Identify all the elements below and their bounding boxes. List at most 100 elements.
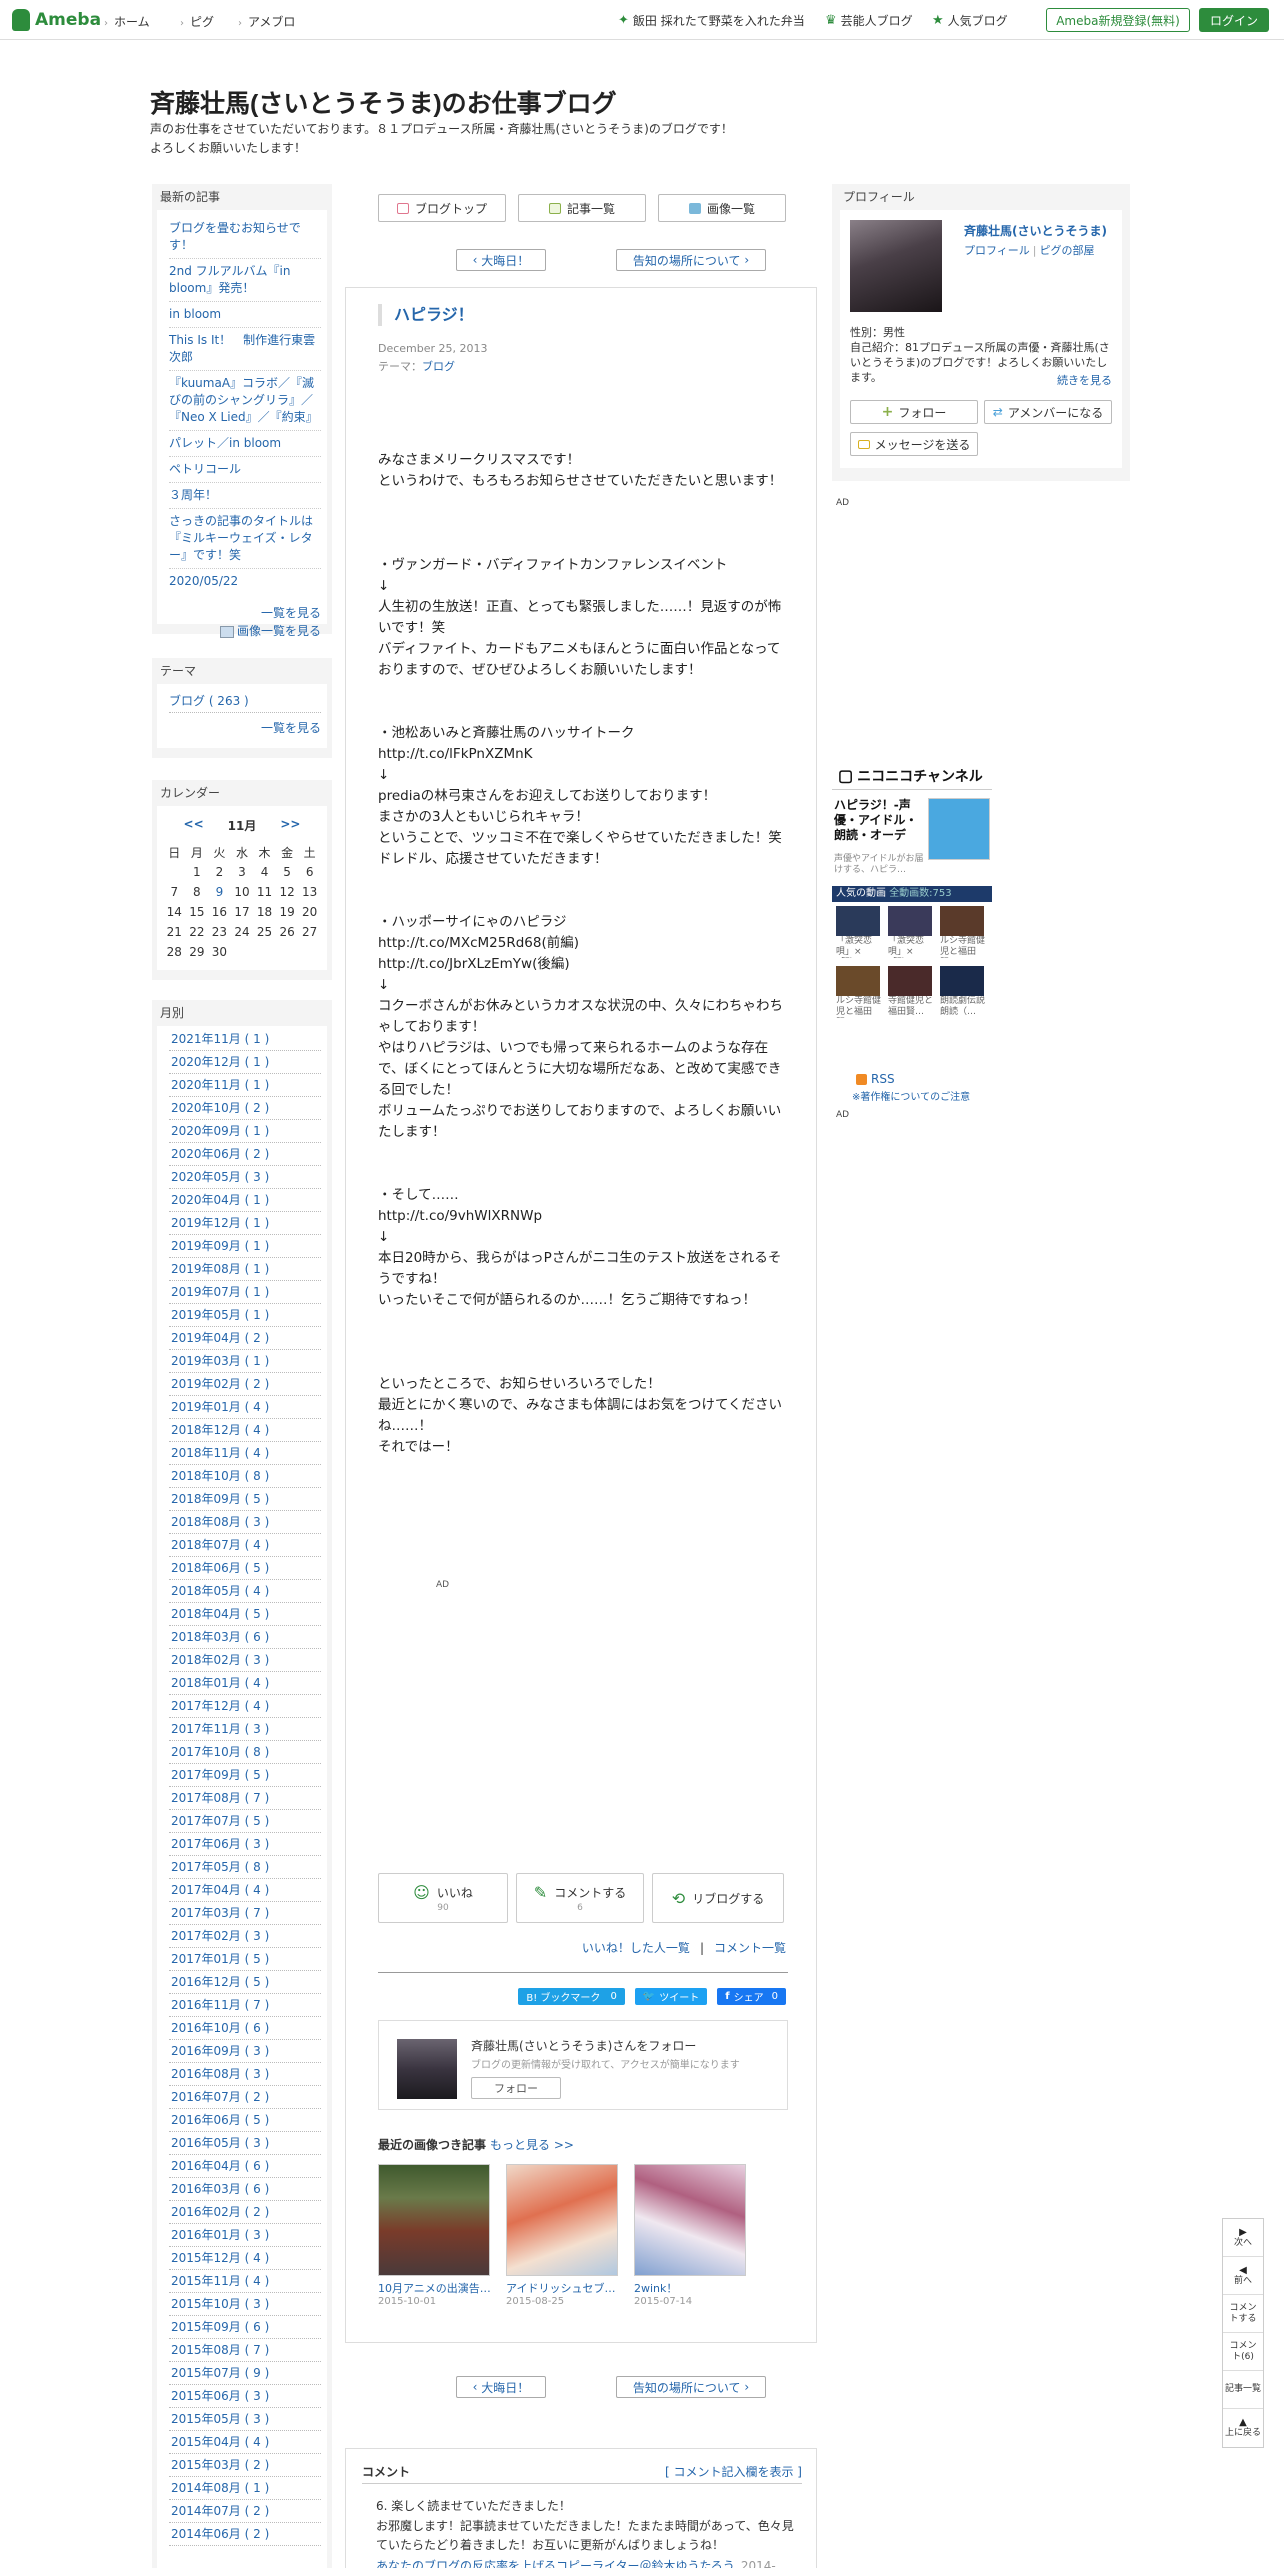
entry-thumbnail[interactable] [634,2164,746,2276]
recent-entry-link[interactable]: This Is It！ 制作進行東雲次郎 [169,328,321,371]
tweet-button[interactable]: 🐦 ツイート [634,1988,708,2005]
calendar-day-link[interactable]: 9 [208,882,231,902]
follow-button[interactable]: + フォロー [850,400,978,424]
monthly-archive-link[interactable]: 2017年08月 ( 7 ) [169,1787,321,1810]
register-button[interactable]: Ameba新規登録(無料) [1046,8,1190,32]
monthly-archive-link[interactable]: 2016年02月 ( 2 ) [169,2201,321,2224]
recent-entry-link[interactable]: 『kuumaA』コラボ／『滅びの前のシャングリラ』／『Neo X Lied』／『… [169,371,321,431]
monthly-archive-link[interactable]: 2019年01月 ( 4 ) [169,1396,321,1419]
video-item[interactable]: 「激突恋唄」×「酔… [888,906,934,958]
recent-entry-link[interactable]: ３周年！ [169,483,321,509]
ameba-logo[interactable]: Ameba [12,9,101,31]
recent-entry-link[interactable]: パレット／in bloom [169,431,321,457]
blog-title[interactable]: 斉藤壮馬(さいとうそうま)のお仕事ブログ [150,84,617,120]
monthly-archive-link[interactable]: 2020年10月 ( 2 ) [169,1097,321,1120]
amember-button[interactable]: ⇄ アメンバーになる [984,400,1112,424]
monthly-archive-link[interactable]: 2020年11月 ( 1 ) [169,1074,321,1097]
float-comment-button[interactable]: コメントする [1223,2295,1263,2333]
recent-images-more-link[interactable]: もっと見る >> [490,2138,574,2152]
nav-popular-blog[interactable]: ★ 人気ブログ [932,12,1008,29]
channel-icon[interactable] [928,798,990,860]
monthly-archive-link[interactable]: 2021年11月 ( 1 ) [169,1028,321,1051]
monthly-archive-link[interactable]: 2016年01月 ( 3 ) [169,2224,321,2247]
niconico-logo[interactable]: ▢ ニコニコチャンネル [832,762,992,790]
comment-button[interactable]: ✎ コメントする 6 [516,1873,644,1923]
recent-entry-link[interactable]: ペトリコール [169,457,321,483]
profile-more-link[interactable]: 続きを見る [1057,372,1112,388]
monthly-archive-link[interactable]: 2017年01月 ( 5 ) [169,1948,321,1971]
monthly-archive-link[interactable]: 2016年03月 ( 6 ) [169,2178,321,2201]
hatena-bookmark-button[interactable]: B! ブックマーク 0 [518,1988,625,2005]
video-thumbnail[interactable] [940,966,984,996]
image-entry-title[interactable]: アイドリッシュセブ… [506,2280,618,2296]
profile-avatar[interactable] [850,220,942,312]
monthly-archive-link[interactable]: 2015年08月 ( 7 ) [169,2339,321,2362]
monthly-archive-link[interactable]: 2020年12月 ( 1 ) [169,1051,321,1074]
monthly-archive-link[interactable]: 2019年04月 ( 2 ) [169,1327,321,1350]
video-item[interactable]: 「激突恋唄」×「酔… [836,906,882,958]
pigg-room-link[interactable]: ピグの部屋 [1040,244,1095,257]
send-message-button[interactable]: メッセージを送る [850,432,978,456]
recent-entry-link[interactable]: in bloom [169,302,321,328]
monthly-archive-link[interactable]: 2019年12月 ( 1 ) [169,1212,321,1235]
video-thumbnail[interactable] [836,906,880,936]
monthly-archive-link[interactable]: 2016年06月 ( 5 ) [169,2109,321,2132]
float-back-to-top-button[interactable]: ▲ 上に戻る [1223,2409,1263,2447]
monthly-archive-link[interactable]: 2019年05月 ( 1 ) [169,1304,321,1327]
tab-blog-top[interactable]: ブログトップ [378,194,506,222]
monthly-archive-link[interactable]: 2016年09月 ( 3 ) [169,2040,321,2063]
image-list-more-link[interactable]: 画像一覧を見る [169,622,321,640]
monthly-archive-link[interactable]: 2018年06月 ( 5 ) [169,1557,321,1580]
video-thumbnail[interactable] [836,966,880,996]
monthly-archive-link[interactable]: 2017年12月 ( 4 ) [169,1695,321,1718]
theme-blog-link[interactable]: ブログ ( 263 ) [169,690,321,713]
monthly-archive-link[interactable]: 2017年10月 ( 8 ) [169,1741,321,1764]
monthly-archive-link[interactable]: 2017年09月 ( 5 ) [169,1764,321,1787]
monthly-archive-link[interactable]: 2020年04月 ( 1 ) [169,1189,321,1212]
prev-entry-button[interactable]: ‹ 大晦日！ [456,2376,546,2398]
monthly-archive-link[interactable]: 2016年12月 ( 5 ) [169,1971,321,1994]
image-entry-title[interactable]: 10月アニメの出演告… [378,2280,490,2296]
monthly-archive-link[interactable]: 2016年11月 ( 7 ) [169,1994,321,2017]
monthly-archive-link[interactable]: 2015年06月 ( 3 ) [169,2385,321,2408]
entry-thumbnail[interactable] [506,2164,618,2276]
monthly-archive-link[interactable]: 2014年06月 ( 2 ) [169,2523,321,2546]
monthly-archive-link[interactable]: 2015年10月 ( 3 ) [169,2293,321,2316]
image-entry[interactable]: 10月アニメの出演告… 2015-10-01 [378,2164,490,2307]
monthly-archive-link[interactable]: 2017年04月 ( 4 ) [169,1879,321,1902]
monthly-archive-link[interactable]: 2020年06月 ( 2 ) [169,1143,321,1166]
profile-link[interactable]: プロフィール [964,244,1030,257]
nav-home[interactable]: › ホーム [104,13,150,30]
monthly-archive-link[interactable]: 2019年09月 ( 1 ) [169,1235,321,1258]
recent-entry-link[interactable]: 2nd フルアルバム『in bloom』発売！ [169,259,321,302]
tab-image-list[interactable]: 画像一覧 [658,194,786,222]
avatar[interactable] [397,2039,457,2099]
entry-title[interactable]: ハピラジ！ [378,304,474,326]
monthly-archive-link[interactable]: 2017年06月 ( 3 ) [169,1833,321,1856]
nav-ameblo[interactable]: › アメブロ [238,13,295,30]
nav-celebrity-blog[interactable]: ♛ 芸能人ブログ [825,12,913,29]
monthly-archive-link[interactable]: 2015年05月 ( 3 ) [169,2408,321,2431]
next-entry-button[interactable]: 告知の場所について › [616,2376,766,2398]
comment-list-link[interactable]: コメント一覧 [714,1941,786,1955]
monthly-archive-link[interactable]: 2015年09月 ( 6 ) [169,2316,321,2339]
nav-bento[interactable]: ✦ 飯田 採れたて野菜を入れた弁当 [618,12,805,29]
login-button[interactable]: ログイン [1199,8,1269,32]
monthly-archive-link[interactable]: 2014年08月 ( 1 ) [169,2477,321,2500]
video-item[interactable]: 朗読劇伝説 朗読（… [940,966,986,1018]
prev-entry-button[interactable]: ‹ 大晦日！ [456,249,546,271]
monthly-archive-link[interactable]: 2017年11月 ( 3 ) [169,1718,321,1741]
monthly-archive-link[interactable]: 2015年03月 ( 2 ) [169,2454,321,2477]
monthly-archive-link[interactable]: 2017年07月 ( 5 ) [169,1810,321,1833]
theme-more-link[interactable]: 一覧を見る [169,719,321,737]
monthly-archive-link[interactable]: 2018年05月 ( 4 ) [169,1580,321,1603]
monthly-archive-link[interactable]: 2016年10月 ( 6 ) [169,2017,321,2040]
follow-button[interactable]: フォロー [471,2077,561,2099]
monthly-archive-link[interactable]: 2020年05月 ( 3 ) [169,1166,321,1189]
calendar-prev-link[interactable]: << [184,817,204,834]
monthly-archive-link[interactable]: 2015年12月 ( 4 ) [169,2247,321,2270]
video-item[interactable]: ルシ寺館健児と福田賢… [940,906,986,958]
image-entry[interactable]: 2wink！ 2015-07-14 [634,2164,746,2307]
monthly-archive-link[interactable]: 2015年04月 ( 4 ) [169,2431,321,2454]
monthly-archive-link[interactable]: 2018年04月 ( 5 ) [169,1603,321,1626]
